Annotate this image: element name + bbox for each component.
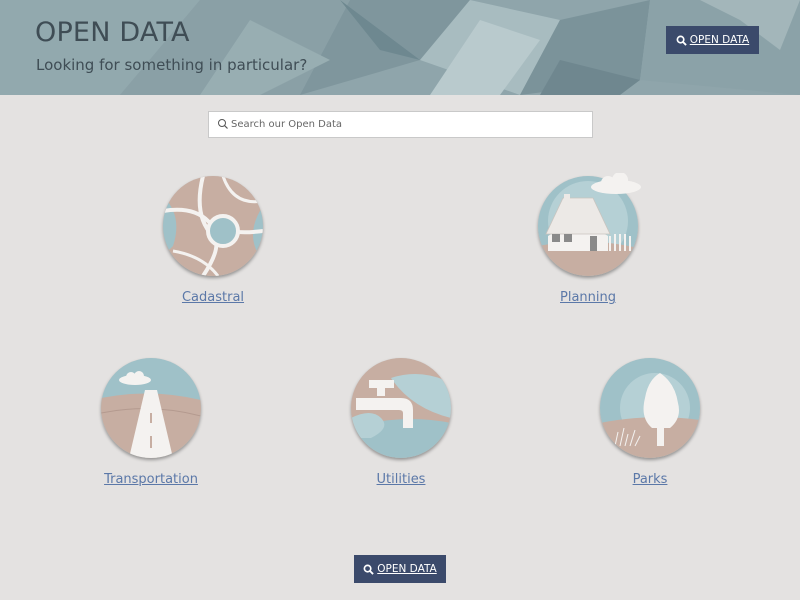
hero-banner: OPEN DATA Looking for something in parti… <box>0 0 800 95</box>
footer-open-data-label: OPEN DATA <box>377 563 437 575</box>
search-box <box>208 111 593 138</box>
road-icon[interactable] <box>101 358 201 458</box>
category-planning[interactable]: Planning <box>508 173 668 305</box>
category-cadastral[interactable]: Cadastral <box>133 176 293 305</box>
page-title: OPEN DATA <box>35 17 190 48</box>
category-parks[interactable]: Parks <box>570 358 730 487</box>
header-open-data-label: OPEN DATA <box>689 34 750 46</box>
category-label-planning[interactable]: Planning <box>508 290 668 305</box>
page-subtitle: Looking for something in particular? <box>36 56 308 74</box>
category-label-cadastral[interactable]: Cadastral <box>133 290 293 305</box>
tree-icon[interactable] <box>600 358 700 458</box>
category-utilities[interactable]: Utilities <box>321 358 481 487</box>
category-transportation[interactable]: Transportation <box>71 358 231 487</box>
category-label-parks[interactable]: Parks <box>570 472 730 487</box>
category-label-utilities[interactable]: Utilities <box>321 472 481 487</box>
search-icon <box>218 119 228 129</box>
search-input[interactable] <box>231 112 581 137</box>
header-open-data-button[interactable]: OPEN DATA <box>666 26 759 54</box>
search-icon <box>676 35 687 46</box>
water-tap-icon[interactable] <box>351 358 451 458</box>
footer-open-data-button[interactable]: OPEN DATA <box>354 555 446 583</box>
search-icon <box>363 564 374 575</box>
cadastral-map-icon[interactable] <box>163 176 263 276</box>
cloud-icon <box>591 173 641 194</box>
category-label-transportation[interactable]: Transportation <box>71 472 231 487</box>
